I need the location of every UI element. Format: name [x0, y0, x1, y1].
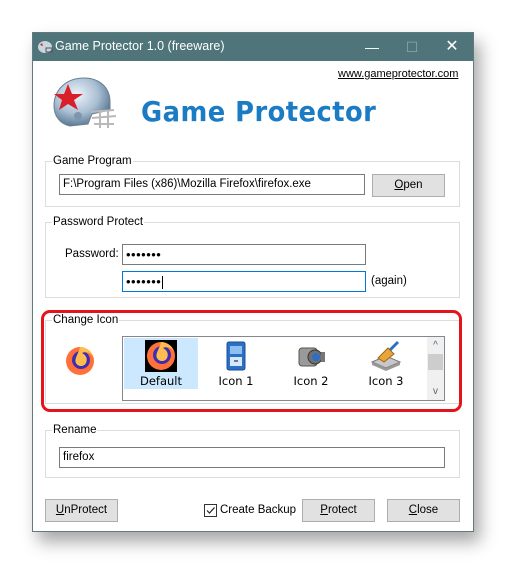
- close-window-button[interactable]: ✕: [435, 33, 469, 61]
- maximize-button[interactable]: ☐: [395, 33, 429, 61]
- text-cursor: [162, 276, 164, 290]
- close-label: lose: [417, 504, 439, 516]
- password-label: Password:: [65, 248, 119, 260]
- football-helmet-icon: [53, 77, 117, 128]
- window-title: Game Protector 1.0 (freeware): [55, 39, 225, 53]
- game-path-input[interactable]: F:\Program Files (x86)\Mozilla Firefox\f…: [59, 174, 365, 195]
- unprotect-accel: U: [55, 504, 65, 516]
- open-button[interactable]: Open: [372, 174, 445, 197]
- password-protect-legend: Password Protect: [52, 215, 145, 229]
- open-label: pen: [403, 179, 423, 191]
- rename-legend: Rename: [52, 423, 98, 437]
- website-link[interactable]: www.gameprotector.com: [338, 68, 458, 80]
- minimize-button[interactable]: —: [355, 33, 389, 61]
- password-input[interactable]: •••••••: [122, 244, 366, 265]
- unprotect-label: nProtect: [64, 504, 108, 516]
- change-icon-highlight: [41, 310, 462, 412]
- unprotect-button[interactable]: UnProtect: [45, 499, 118, 522]
- protect-label: rotect: [327, 504, 357, 516]
- helmet-app-icon: [38, 41, 53, 53]
- protect-button[interactable]: Protect: [302, 499, 375, 522]
- again-label: (again): [371, 275, 407, 287]
- password-value: •••••••: [126, 247, 162, 262]
- rename-input[interactable]: firefox: [59, 447, 445, 468]
- protect-accel: P: [320, 504, 328, 516]
- title-bar[interactable]: Game Protector 1.0 (freeware) — ☐ ✕: [33, 33, 473, 61]
- close-accel: C: [408, 504, 418, 516]
- game-protector-window: Game Protector 1.0 (freeware) — ☐ ✕ www.…: [32, 32, 474, 532]
- logo-text: Game Protector: [141, 95, 377, 128]
- game-program-legend: Game Program: [52, 154, 133, 168]
- confirm-password-input[interactable]: •••••••: [122, 271, 366, 292]
- checkmark-icon: [206, 507, 215, 514]
- create-backup-checkbox[interactable]: [204, 504, 217, 517]
- create-backup-label[interactable]: Create Backup: [220, 504, 296, 516]
- confirm-password-value: •••••••: [126, 274, 162, 289]
- close-button[interactable]: Close: [387, 499, 460, 522]
